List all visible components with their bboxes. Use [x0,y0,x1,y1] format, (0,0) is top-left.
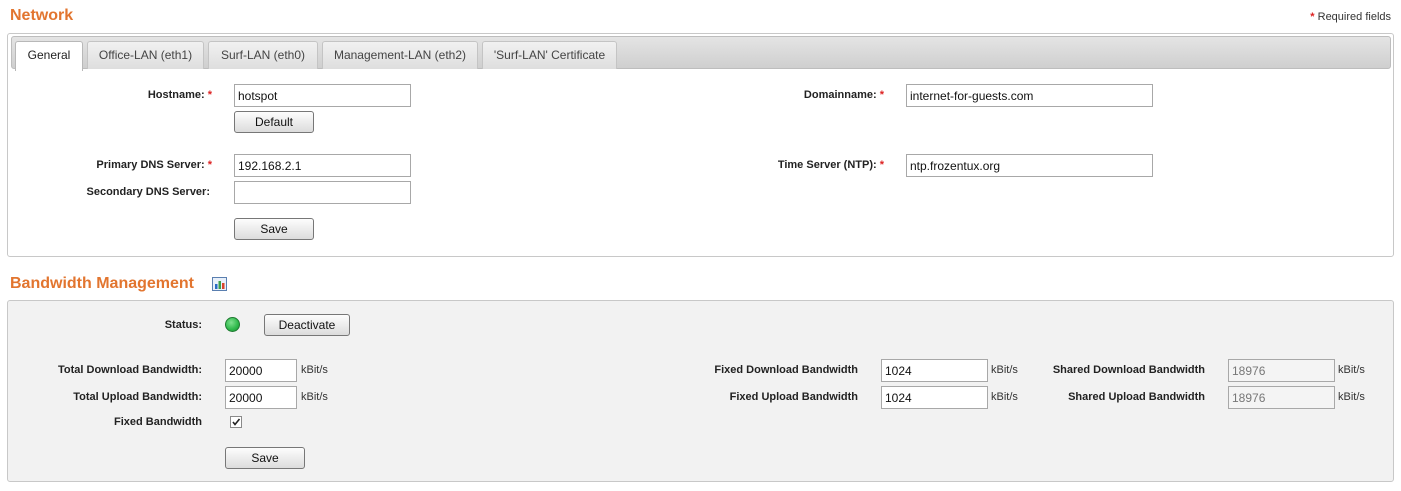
total-upload-label: Total Upload Bandwidth: [73,391,202,403]
network-save-button[interactable]: Save [234,218,314,240]
total-upload-unit: kBit/s [301,391,328,403]
shared-upload-unit: kBit/s [1338,391,1365,403]
domainname-label: Domainname: * [803,89,884,101]
primary-dns-label: Primary DNS Server: * [96,159,212,171]
fixed-upload-label: Fixed Upload Bandwidth [729,391,858,403]
bandwidth-save-button[interactable]: Save [225,447,305,469]
time-server-input[interactable] [906,154,1153,177]
shared-download-unit: kBit/s [1338,364,1365,376]
hostname-input[interactable] [234,84,411,107]
required-fields-text: Required fields [1317,11,1391,23]
bandwidth-section-title: Bandwidth Management [10,275,195,292]
shared-upload-input [1228,386,1335,409]
fixed-upload-unit: kBit/s [991,391,1018,403]
total-download-label: Total Download Bandwidth: [58,364,202,376]
shared-download-label: Shared Download Bandwidth [1052,364,1205,376]
default-button[interactable]: Default [234,111,314,133]
required-star: * [879,89,884,101]
deactivate-button[interactable]: Deactivate [264,314,350,336]
time-server-label: Time Server (NTP): * [777,159,884,171]
total-upload-input[interactable] [225,386,297,409]
status-label: Status: [164,319,202,331]
status-indicator [225,317,240,332]
hostname-label: Hostname: * [147,89,212,101]
shared-upload-label: Shared Upload Bandwidth [1068,391,1205,403]
tab-office-lan[interactable]: Office-LAN (eth1) [87,41,204,69]
domainname-input[interactable] [906,84,1153,107]
secondary-dns-input[interactable] [234,181,411,204]
secondary-dns-label: Secondary DNS Server: [86,186,211,198]
tab-general[interactable]: General [15,41,83,71]
required-star: * [1310,11,1315,23]
fixed-download-input[interactable] [881,359,988,382]
fixed-bandwidth-label: Fixed Bandwidth [114,416,202,428]
total-download-input[interactable] [225,359,297,382]
fixed-download-unit: kBit/s [991,364,1018,376]
tab-management-lan[interactable]: Management-LAN (eth2) [322,41,478,69]
network-tab-bar: General Office-LAN (eth1) Surf-LAN (eth0… [11,36,1391,71]
tab-surf-lan[interactable]: Surf-LAN (eth0) [208,41,318,69]
network-section-title: Network [10,7,74,24]
fixed-download-label: Fixed Download Bandwidth [714,364,858,376]
tab-surf-lan-certificate[interactable]: 'Surf-LAN' Certificate [482,41,617,69]
required-star: * [207,159,212,171]
required-star: * [879,159,884,171]
required-fields-note: * Required fields [1310,11,1391,23]
fixed-upload-input[interactable] [881,386,988,409]
total-download-unit: kBit/s [301,364,328,376]
chart-icon[interactable] [212,277,228,292]
primary-dns-input[interactable] [234,154,411,177]
required-star: * [207,89,212,101]
shared-download-input [1228,359,1335,382]
fixed-bandwidth-checkbox[interactable] [230,416,242,428]
